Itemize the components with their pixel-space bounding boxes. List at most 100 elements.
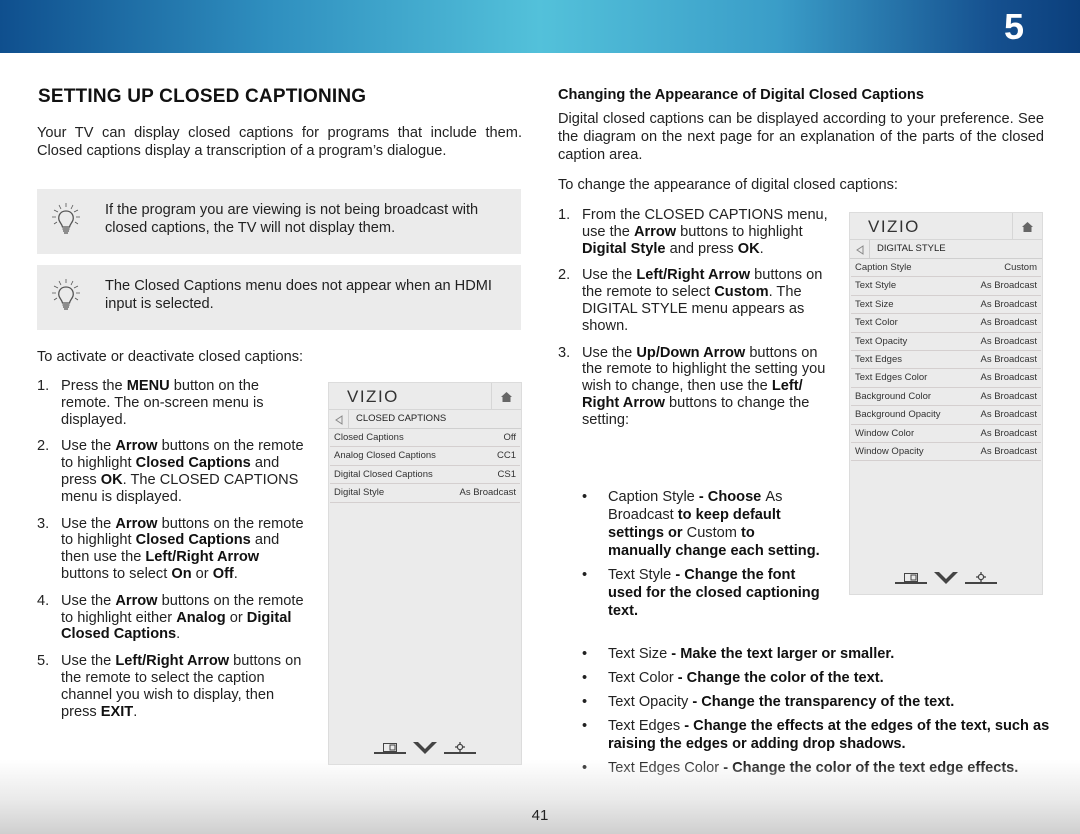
chapter-banner: 5	[0, 0, 1080, 53]
bold-term: - Make the text larger or smaller.	[667, 646, 895, 662]
bold-term: Arrow	[115, 515, 158, 532]
step-number: 5.	[37, 653, 50, 670]
menu-row-label: Digital Closed Captions	[334, 468, 433, 480]
bullet-item: Caption Style - Choose As Broadcast to k…	[582, 488, 822, 560]
menu-row-label: Text Edges	[855, 353, 902, 365]
menu-row[interactable]: Background Opacity As Broadcast	[851, 406, 1041, 425]
menu-row-value: CS1	[497, 468, 516, 480]
bold-term: Digital Style	[582, 240, 666, 257]
right-steps-list: 1. From the CLOSED CAPTIONS menu, use the…	[558, 207, 828, 439]
bullet-item: Text Size - Make the text larger or smal…	[582, 645, 1052, 663]
step-item: 1. Press the MENU button on the remote. T…	[37, 378, 307, 428]
menu-row[interactable]: Window Opacity As Broadcast	[851, 443, 1041, 462]
right-intro-paragraph: Digital closed captions can be displayed…	[558, 111, 1044, 163]
text-run: Use the	[61, 438, 116, 455]
bold-term: - Choose	[694, 489, 766, 505]
input-icon[interactable]	[374, 740, 406, 754]
tip-box-1: If the program you are viewing is not be…	[37, 189, 521, 254]
step-number: 2.	[558, 267, 571, 284]
menu-row[interactable]: Caption Style Custom	[851, 259, 1041, 278]
menu-row[interactable]: Closed Captions Off	[330, 429, 520, 448]
step-number: 1.	[558, 207, 571, 223]
text-run: buttons to highlight	[676, 223, 803, 240]
bold-term: OK	[100, 471, 123, 488]
bold-term: Left/Right Arrow	[145, 549, 260, 566]
menu-row-label: Background Color	[855, 390, 932, 402]
bold-term: - Change the transparency of the text.	[688, 694, 955, 710]
bold-term: Left/Right Arrow	[636, 267, 751, 284]
text-run: Text Style	[608, 567, 672, 583]
menu-row-value: As Broadcast	[980, 280, 1038, 292]
menu-row-label: Window Opacity	[855, 445, 924, 457]
menu-row-label: Caption Style	[855, 262, 912, 273]
menu-row[interactable]: Analog Closed Captions CC1	[330, 447, 520, 466]
tip-text: The Closed Captions menu does not appear…	[105, 278, 492, 312]
menu-row-value: As Broadcast	[980, 427, 1038, 439]
vizio-logo: VIZIO	[347, 387, 399, 406]
menu-row[interactable]: Text Edges Color As Broadcast	[851, 369, 1041, 388]
menu-row-value: As Broadcast	[980, 353, 1038, 365]
bold-term: Analog	[176, 609, 226, 626]
chevron-down-icon[interactable]	[933, 570, 959, 584]
menu-row-value: As Broadcast	[459, 487, 517, 499]
right-steps-intro: To change the appearance of digital clos…	[558, 177, 898, 193]
menu-row-value: As Broadcast	[980, 445, 1038, 457]
gear-icon[interactable]	[444, 740, 476, 754]
step-number: 3.	[558, 344, 571, 361]
menu-row[interactable]: Background Color As Broadcast	[851, 388, 1041, 407]
menu-header: VIZIO	[850, 213, 1042, 240]
bold-term: Off	[212, 565, 234, 582]
menu-footer	[850, 570, 1042, 584]
menu-row-label: Analog Closed Captions	[334, 450, 436, 462]
menu-row-label: Text Edges Color	[855, 372, 928, 384]
text-run: Caption Style	[608, 489, 695, 505]
input-icon[interactable]	[895, 570, 927, 584]
step-item: 5. Use the Left/Right Arrow buttons on th…	[37, 653, 307, 720]
text-run: Text Size	[608, 646, 668, 662]
text-run: or	[191, 565, 213, 582]
menu-row[interactable]: Digital Closed Captions CS1	[330, 466, 520, 485]
breadcrumb-label: DIGITAL STYLE	[877, 243, 946, 254]
text-run: Custom	[686, 525, 737, 541]
step-item: 3. Use the Arrow buttons on the remote to…	[37, 516, 307, 583]
gear-icon[interactable]	[965, 570, 997, 584]
step-item: 3. Use the Up/Down Arrow buttons on the r…	[558, 345, 828, 429]
digital-style-menu: VIZIO DIGITAL STYLE Caption Style Custom T…	[849, 212, 1043, 595]
menu-breadcrumb: DIGITAL STYLE	[850, 240, 1042, 259]
menu-row[interactable]: Text Edges As Broadcast	[851, 351, 1041, 370]
text-run: Use the	[61, 653, 116, 670]
text-run: .	[176, 626, 181, 643]
home-icon[interactable]	[1012, 213, 1042, 240]
text-run: and press	[665, 240, 738, 257]
menu-header: VIZIO	[329, 383, 521, 410]
step-number: 1.	[37, 378, 50, 394]
home-icon[interactable]	[491, 383, 521, 410]
section-title: SETTING UP CLOSED CAPTIONING	[38, 86, 367, 107]
text-run: Text Edges	[608, 718, 681, 734]
menu-row[interactable]: Text Size As Broadcast	[851, 296, 1041, 315]
tip-box-2: The Closed Captions menu does not appear…	[37, 265, 521, 330]
menu-row-label: Digital Style	[334, 487, 385, 499]
step-number: 2.	[37, 438, 50, 455]
menu-row[interactable]: Digital Style As Broadcast	[330, 484, 520, 503]
text-run: .	[759, 240, 764, 257]
text-run: Use the	[582, 267, 637, 284]
back-arrow-icon[interactable]	[850, 240, 870, 259]
back-arrow-icon[interactable]	[329, 410, 349, 429]
intro-paragraph: Your TV can display closed captions for …	[37, 125, 522, 159]
menu-row[interactable]: Text Style As Broadcast	[851, 277, 1041, 296]
chevron-down-icon[interactable]	[412, 740, 438, 754]
bold-term: Arrow	[115, 438, 158, 455]
text-run: Press the	[61, 378, 127, 394]
step-number: 4.	[37, 592, 50, 609]
menu-row[interactable]: Text Color As Broadcast	[851, 314, 1041, 333]
menu-row[interactable]: Text Opacity As Broadcast	[851, 333, 1041, 351]
steps-intro: To activate or deactivate closed caption…	[37, 349, 304, 365]
text-run: .	[233, 565, 238, 582]
text-run: Use the	[61, 592, 116, 609]
bullet-item: Text Style - Change the font used for th…	[582, 566, 822, 620]
bold-term: Custom	[714, 284, 769, 301]
menu-row-value: As Broadcast	[980, 317, 1038, 329]
menu-row[interactable]: Window Color As Broadcast	[851, 425, 1041, 443]
bullet-item: Text Color - Change the color of the tex…	[582, 669, 1052, 687]
